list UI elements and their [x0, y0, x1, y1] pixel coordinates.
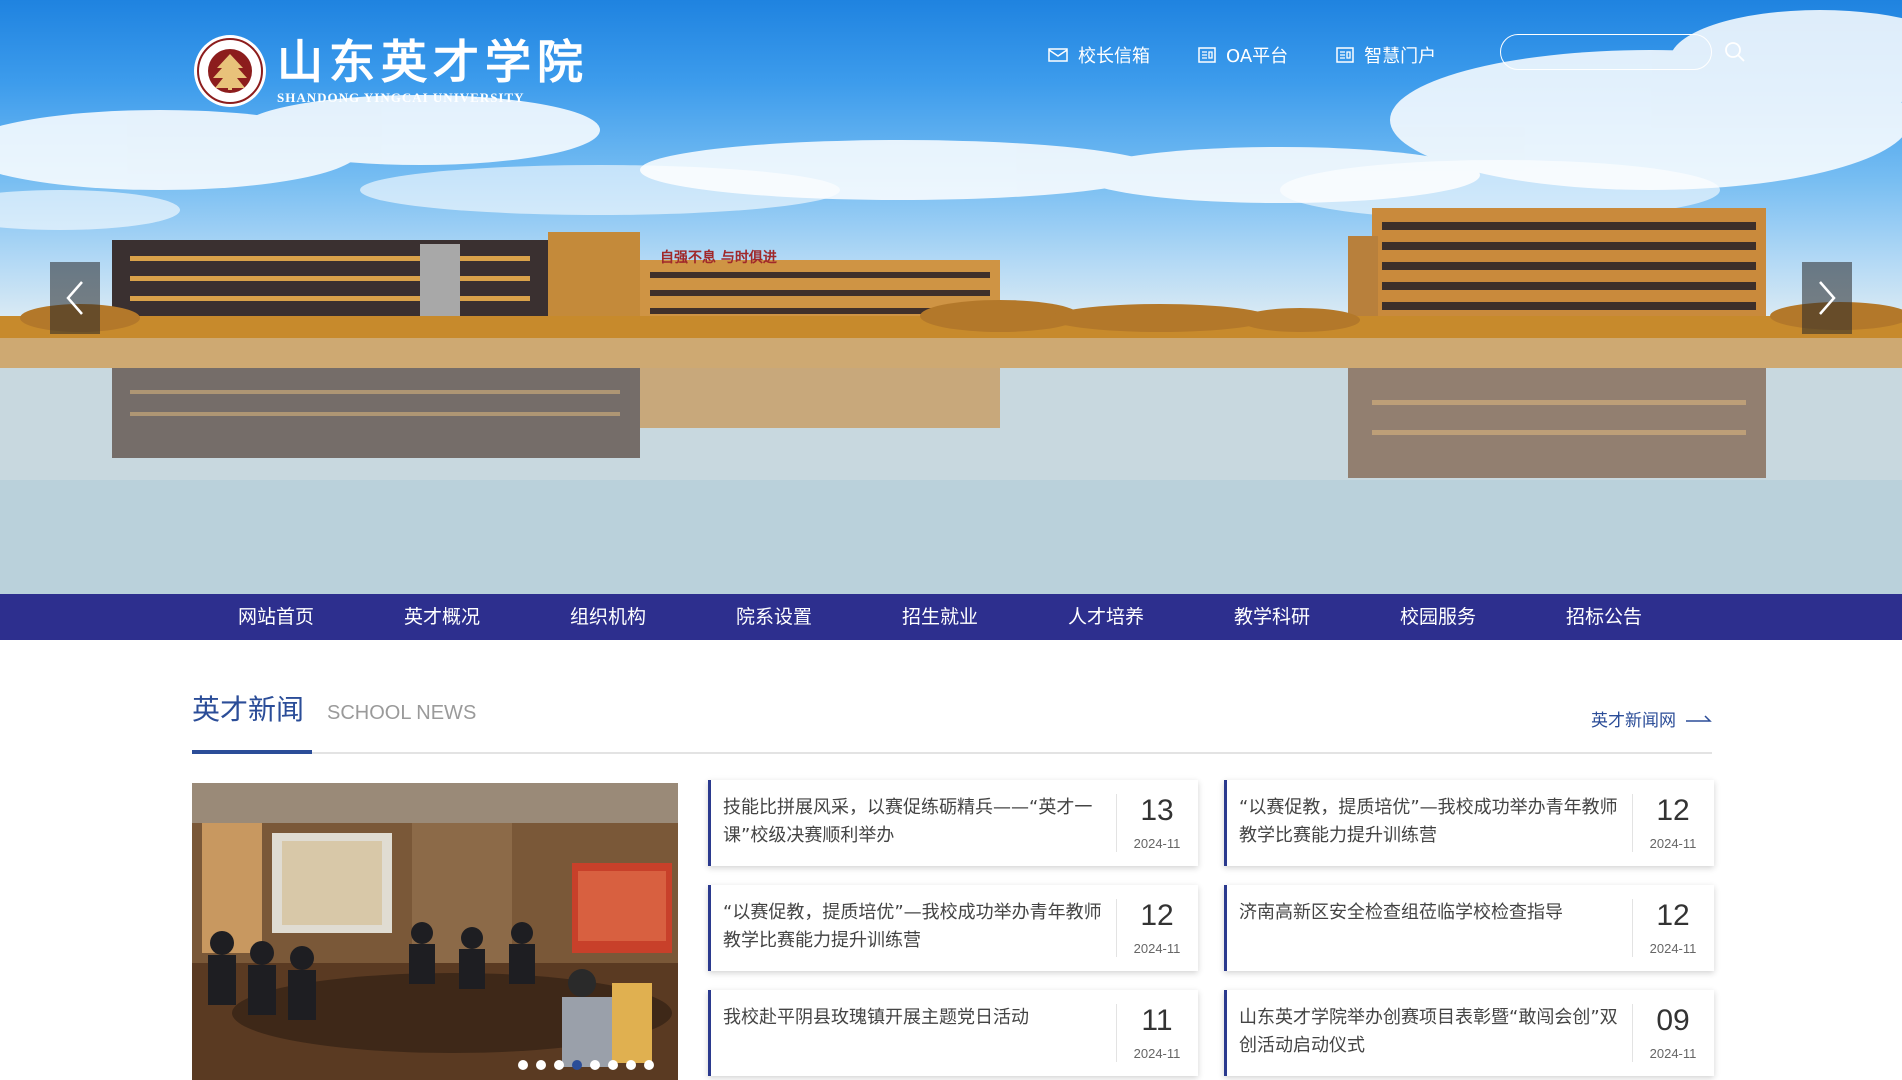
carousel-next-button[interactable] [1802, 262, 1852, 334]
nav-item-campus-service[interactable]: 校园服务 [1355, 594, 1521, 640]
nav-item-training[interactable]: 人才培养 [1023, 594, 1189, 640]
news-item-day: 12 [1656, 899, 1690, 932]
news-item-month: 2024-11 [1133, 836, 1181, 851]
news-item[interactable]: 技能比拼展风采，以赛促练砺精兵——“英才一课”校级决赛顺利举办 13 2024-… [708, 780, 1198, 866]
news-more-label: 英才新闻网 [1591, 711, 1676, 731]
title-underline [192, 750, 312, 754]
top-link-principal-mailbox[interactable]: 校长信箱 [1048, 42, 1150, 68]
news-photo-carousel[interactable] [192, 783, 678, 1080]
news-section-header: 英才新闻 SCHOOL NEWS 英才新闻网 [192, 680, 1712, 754]
news-item-title: 山东英才学院举办创赛项目表彰暨“敢闯会创”双创活动启动仪式 [1239, 1007, 1618, 1056]
school-seal-icon [194, 35, 266, 107]
news-item[interactable]: “以赛促教，提质培优”—我校成功举办青年教师教学比赛能力提升训练营 12 202… [1224, 780, 1714, 866]
news-item-day: 09 [1656, 1004, 1690, 1037]
news-item[interactable]: “以赛促教，提质培优”—我校成功举办青年教师教学比赛能力提升训练营 12 202… [708, 885, 1198, 971]
main-nav: 网站首页 英才概况 组织机构 院系设置 招生就业 人才培养 教学科研 校园服务 … [0, 594, 1902, 640]
news-item-month: 2024-11 [1649, 941, 1697, 956]
news-item-title: 济南高新区安全检查组莅临学校检查指导 [1239, 902, 1563, 923]
news-item-title: 我校赴平阴县玫瑰镇开展主题党日活动 [723, 1007, 1029, 1028]
carousel-dots [518, 1060, 662, 1070]
news-item[interactable]: 山东英才学院举办创赛项目表彰暨“敢闯会创”双创活动启动仪式 09 2024-11 [1224, 990, 1714, 1076]
carousel-dot[interactable] [536, 1060, 546, 1070]
top-links: 校长信箱 OA平台 智慧门户 [1048, 42, 1484, 68]
oa-icon [1198, 47, 1216, 63]
news-item-day: 12 [1140, 899, 1174, 932]
news-item-title: “以赛促教，提质培优”—我校成功举办青年教师教学比赛能力提升训练营 [723, 902, 1102, 951]
search-icon [1725, 42, 1745, 62]
carousel-prev-button[interactable] [50, 262, 100, 334]
search-box [1500, 34, 1745, 70]
carousel-dot[interactable] [554, 1060, 564, 1070]
news-item-month: 2024-11 [1133, 1046, 1181, 1061]
news-item-month: 2024-11 [1649, 1046, 1697, 1061]
building-sign: 自强不息 与时俱进 [660, 249, 777, 266]
hero-banner: 自强不息 与时俱进 山东英才学院 SHANDONG YINGCAI UNIVER… [0, 0, 1902, 594]
carousel-dot-active[interactable] [572, 1060, 582, 1070]
news-item-title: “以赛促教，提质培优”—我校成功举办青年教师教学比赛能力提升训练营 [1239, 797, 1618, 846]
arrow-right-icon [1686, 714, 1712, 722]
news-photo [192, 783, 678, 1080]
news-item[interactable]: 我校赴平阴县玫瑰镇开展主题党日活动 11 2024-11 [708, 990, 1198, 1076]
nav-item-overview[interactable]: 英才概况 [359, 594, 525, 640]
top-link-label: 智慧门户 [1364, 46, 1437, 67]
logo-name-cn: 山东英才学院 [277, 35, 589, 89]
school-logo[interactable]: 山东英才学院 SHANDONG YINGCAI UNIVERSITY [193, 34, 589, 108]
news-item[interactable]: 济南高新区安全检查组莅临学校检查指导 12 2024-11 [1224, 885, 1714, 971]
portal-icon [1336, 47, 1354, 63]
news-item-month: 2024-11 [1133, 941, 1181, 956]
top-link-label: 校长信箱 [1078, 46, 1150, 67]
logo-name-en: SHANDONG YINGCAI UNIVERSITY [277, 90, 525, 105]
nav-item-departments[interactable]: 院系设置 [691, 594, 857, 640]
news-item-month: 2024-11 [1649, 836, 1697, 851]
carousel-dot[interactable] [608, 1060, 618, 1070]
nav-item-admissions[interactable]: 招生就业 [857, 594, 1023, 640]
news-item-day: 12 [1656, 794, 1690, 827]
carousel-dot[interactable] [644, 1060, 654, 1070]
nav-item-research[interactable]: 教学科研 [1189, 594, 1355, 640]
news-item-title: 技能比拼展风采，以赛促练砺精兵——“英才一课”校级决赛顺利举办 [723, 797, 1093, 846]
carousel-dot[interactable] [626, 1060, 636, 1070]
top-link-oa[interactable]: OA平台 [1198, 42, 1288, 68]
chevron-left-icon [66, 281, 83, 315]
search-input[interactable] [1501, 35, 1724, 69]
news-item-day: 13 [1140, 794, 1174, 827]
news-section-title: 英才新闻 [192, 693, 305, 726]
nav-item-tenders[interactable]: 招标公告 [1521, 594, 1687, 640]
mail-icon [1048, 48, 1068, 62]
nav-item-organization[interactable]: 组织机构 [525, 594, 691, 640]
news-section-subtitle: SCHOOL NEWS [327, 702, 477, 724]
top-link-smart-portal[interactable]: 智慧门户 [1336, 42, 1436, 68]
chevron-right-icon [1819, 281, 1836, 315]
carousel-dot[interactable] [518, 1060, 528, 1070]
news-item-day: 11 [1141, 1004, 1173, 1037]
nav-item-home[interactable]: 网站首页 [193, 594, 359, 640]
search-button[interactable] [1724, 35, 1746, 69]
top-link-label: OA平台 [1226, 46, 1289, 67]
news-more-link[interactable]: 英才新闻网 [1591, 706, 1712, 731]
carousel-dot[interactable] [590, 1060, 600, 1070]
